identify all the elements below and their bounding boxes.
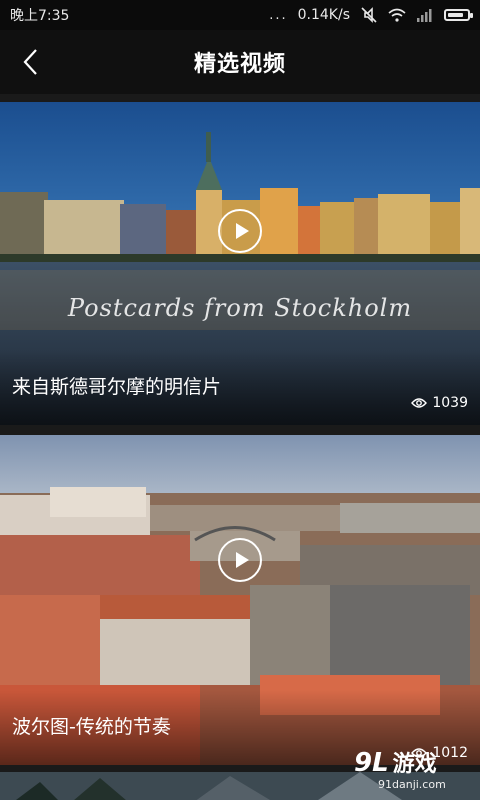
play-button[interactable] (218, 209, 262, 254)
page-title: 精选视频 (193, 52, 286, 77)
play-icon (235, 223, 249, 240)
view-count-value: 1039 (432, 395, 468, 411)
signal-icon (417, 9, 432, 22)
status-icons: ... 0.14K/s (269, 7, 473, 23)
mute-icon (361, 7, 377, 23)
watermark-name: 游戏 (392, 752, 437, 777)
eye-icon (411, 398, 428, 408)
video-list[interactable]: Postcards from Stockholm 来自斯德哥尔摩的明信片 103… (0, 94, 480, 800)
battery-level (448, 13, 463, 17)
battery-icon (444, 9, 473, 21)
play-icon (235, 552, 249, 569)
video-card-porto[interactable]: 波尔图-传统的节奏 1012 (0, 435, 480, 765)
notification-dots: ... (269, 7, 288, 23)
watermark-url: 91danji.com (378, 778, 446, 791)
video-title: 来自斯德哥尔摩的明信片 (12, 376, 222, 398)
status-time: 晚上7:35 (10, 8, 70, 24)
wifi-icon (388, 8, 406, 22)
watermark-number: 9L (354, 748, 389, 778)
status-bar: 晚上7:35 ... 0.14K/s (0, 0, 480, 30)
back-button[interactable] (10, 42, 50, 82)
chevron-left-icon (23, 49, 37, 75)
network-speed: 0.14K/s (297, 7, 350, 23)
header: 精选视频 (0, 30, 480, 94)
view-count: 1039 (411, 395, 468, 411)
video-overlay-caption: Postcards from Stockholm (67, 294, 413, 322)
video-title: 波尔图-传统的节奏 (12, 716, 171, 738)
video-card-stockholm[interactable]: Postcards from Stockholm 来自斯德哥尔摩的明信片 103… (0, 102, 480, 425)
watermark-logo: 9L 游戏 91danji.com (354, 750, 466, 798)
